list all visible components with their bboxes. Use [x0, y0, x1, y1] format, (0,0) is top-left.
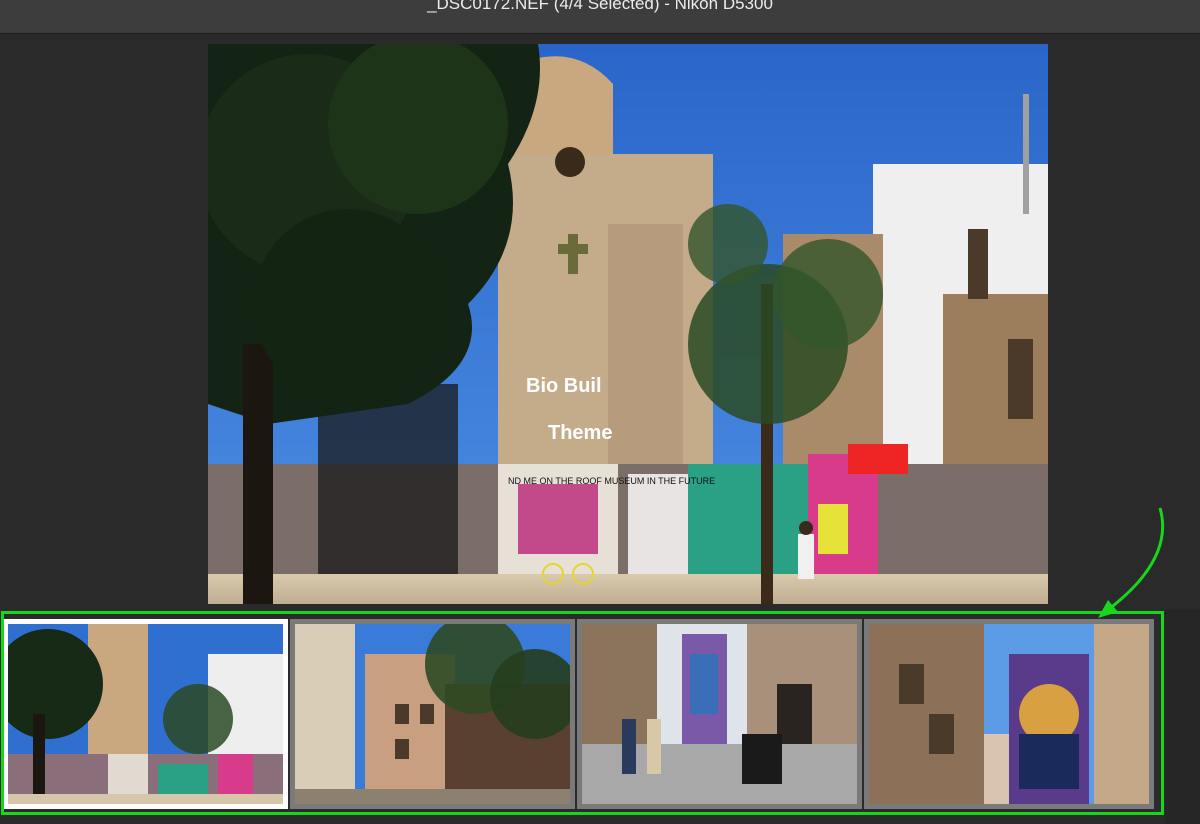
preview-photo: Bio Buil Theme ND ME ON THE ROOF MUSEUM …	[208, 44, 1048, 604]
filmstrip-edge	[1165, 609, 1200, 824]
annotation-arrow	[1098, 507, 1165, 618]
filmstrip	[0, 609, 1200, 824]
window-title: _DSC0172.NEF (4/4 Selected) - Nikon D530…	[427, 0, 773, 13]
wall-text-1: Bio Buil	[526, 375, 602, 397]
image-viewer: Bio Buil Theme ND ME ON THE ROOF MUSEUM …	[0, 34, 1200, 609]
graffiti-text: ND ME ON THE ROOF MUSEUM IN THE FUTURE	[508, 476, 715, 486]
window-title-bar: _DSC0172.NEF (4/4 Selected) - Nikon D530…	[0, 0, 1200, 34]
wall-text-2: Theme	[548, 422, 612, 444]
main-preview-image[interactable]: Bio Buil Theme ND ME ON THE ROOF MUSEUM …	[208, 44, 1048, 604]
selection-highlight-box	[1, 611, 1164, 815]
